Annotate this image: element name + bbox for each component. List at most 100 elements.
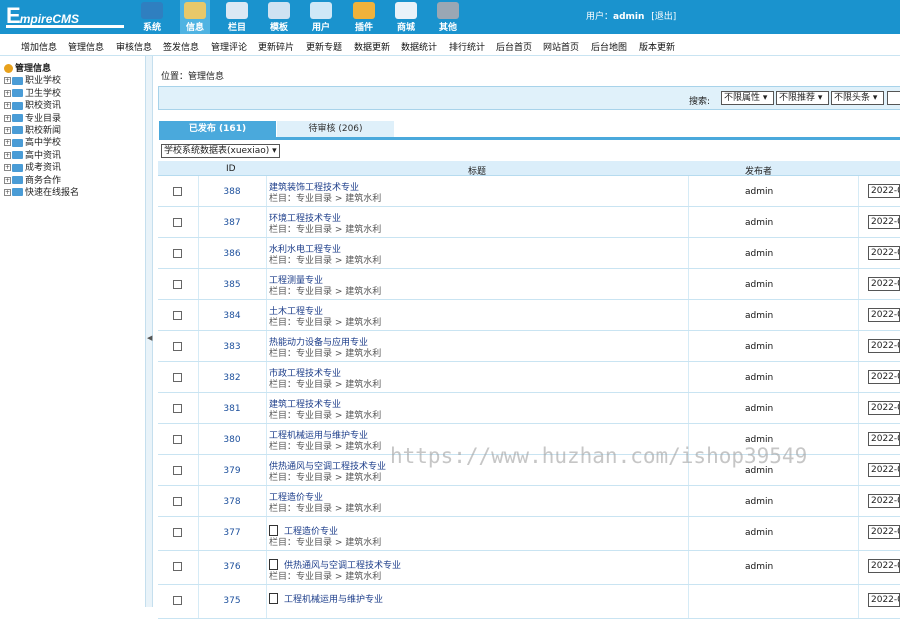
table-select[interactable]: 学校系统数据表(xuexiao) ▾: [161, 144, 280, 158]
tree-item[interactable]: + 高中资讯: [4, 150, 144, 162]
nav-shop[interactable]: 商城: [391, 0, 421, 34]
row-checkbox[interactable]: [173, 435, 182, 444]
row-date-field[interactable]: 2022-04: [868, 246, 900, 260]
row-checkbox[interactable]: [173, 596, 182, 605]
row-id[interactable]: 384: [220, 311, 244, 321]
row-checkbox[interactable]: [173, 528, 182, 537]
row-checkbox[interactable]: [173, 373, 182, 382]
row-date-field[interactable]: 2022-04: [868, 401, 900, 415]
subnav-item[interactable]: 网站首页: [543, 40, 579, 53]
row-id[interactable]: 383: [220, 342, 244, 352]
table-row: 383热能动力设备与应用专业栏目：专业目录 > 建筑水利admin2022-04: [158, 331, 900, 362]
expand-icon[interactable]: +: [4, 126, 11, 134]
row-publisher: admin: [745, 404, 774, 414]
row-checkbox[interactable]: [173, 562, 182, 571]
nav-window[interactable]: 栏目: [222, 0, 252, 34]
tree-item[interactable]: + 成考资讯: [4, 162, 144, 174]
row-id[interactable]: 388: [220, 187, 244, 197]
row-date-field[interactable]: 2022-04: [868, 277, 900, 291]
tree-item[interactable]: + 快速在线报名: [4, 187, 144, 199]
row-checkbox[interactable]: [173, 466, 182, 475]
subnav-item[interactable]: 版本更新: [639, 40, 675, 53]
row-checkbox[interactable]: [173, 218, 182, 227]
row-id[interactable]: 379: [220, 466, 244, 476]
tree-item[interactable]: + 职业学校: [4, 75, 144, 87]
subnav-item[interactable]: 更新专题: [306, 40, 342, 53]
row-checkbox[interactable]: [173, 249, 182, 258]
expand-icon[interactable]: +: [4, 102, 11, 110]
row-checkbox[interactable]: [173, 342, 182, 351]
breadcrumb-link[interactable]: 管理信息: [188, 72, 224, 82]
logout-link[interactable]: [退出]: [651, 12, 676, 22]
row-id[interactable]: 377: [220, 528, 244, 538]
subnav-item[interactable]: 数据更新: [354, 40, 390, 53]
expand-icon[interactable]: +: [4, 176, 11, 184]
row-publisher: admin: [745, 342, 774, 352]
expand-icon[interactable]: +: [4, 77, 11, 85]
expand-icon[interactable]: +: [4, 164, 11, 172]
collapse-arrow-icon[interactable]: ◀: [147, 334, 152, 342]
row-date-field[interactable]: 2022-04: [868, 308, 900, 322]
tab-pending[interactable]: 待审核 (206): [277, 121, 394, 137]
row-id[interactable]: 386: [220, 249, 244, 259]
row-date-field[interactable]: 2022-04: [868, 339, 900, 353]
row-id[interactable]: 375: [220, 596, 244, 606]
row-date-field[interactable]: 2022-04: [868, 525, 900, 539]
attribute-select[interactable]: 不限属性 ▾: [721, 91, 774, 105]
expand-icon[interactable]: +: [4, 114, 11, 122]
row-id[interactable]: 385: [220, 280, 244, 290]
row-id[interactable]: 381: [220, 404, 244, 414]
row-checkbox[interactable]: [173, 187, 182, 196]
subnav-item[interactable]: 后台地图: [591, 40, 627, 53]
row-date-field[interactable]: 2022-04: [868, 559, 900, 573]
tree-root[interactable]: 管理信息: [4, 63, 144, 75]
row-date-field[interactable]: 2022-04: [868, 494, 900, 508]
row-id[interactable]: 382: [220, 373, 244, 383]
subnav-item[interactable]: 审核信息: [116, 40, 152, 53]
row-id[interactable]: 380: [220, 435, 244, 445]
recommend-select[interactable]: 不限推荐 ▾: [776, 91, 829, 105]
subnav-item[interactable]: 更新碎片: [258, 40, 294, 53]
row-date-field[interactable]: 2022-04: [868, 370, 900, 384]
nav-user[interactable]: 用户: [306, 0, 336, 34]
row-date-field[interactable]: 2022-04: [868, 432, 900, 446]
search-input[interactable]: [887, 91, 900, 105]
tree-item[interactable]: + 职校资讯: [4, 100, 144, 112]
nav-gear[interactable]: 其他: [433, 0, 463, 34]
subnav-item[interactable]: 增加信息: [21, 40, 57, 53]
row-checkbox[interactable]: [173, 280, 182, 289]
row-checkbox[interactable]: [173, 497, 182, 506]
expand-icon[interactable]: +: [4, 89, 11, 97]
subnav-item[interactable]: 管理评论: [211, 40, 247, 53]
subnav-item[interactable]: 后台首页: [496, 40, 532, 53]
row-id[interactable]: 378: [220, 497, 244, 507]
nav-globe[interactable]: 系统: [137, 0, 167, 34]
subnav-item[interactable]: 排行统计: [449, 40, 485, 53]
nav-template[interactable]: 模板: [264, 0, 294, 34]
tree-item[interactable]: + 专业目录: [4, 113, 144, 125]
row-id[interactable]: 387: [220, 218, 244, 228]
sidebar-splitter[interactable]: ◀: [145, 56, 153, 607]
subnav-item[interactable]: 数据统计: [401, 40, 437, 53]
row-title-link[interactable]: 工程机械运用与维护专业: [269, 592, 383, 605]
row-date-field[interactable]: 2022-04: [868, 215, 900, 229]
nav-edit[interactable]: 信息: [180, 0, 210, 34]
subnav-item[interactable]: 管理信息: [68, 40, 104, 53]
tab-published[interactable]: 已发布 (161): [159, 121, 276, 137]
row-date-field[interactable]: 2022-04: [868, 463, 900, 477]
tree-item[interactable]: + 职校新闻: [4, 125, 144, 137]
row-checkbox[interactable]: [173, 404, 182, 413]
row-date-field[interactable]: 2022-04: [868, 184, 900, 198]
row-id[interactable]: 376: [220, 562, 244, 572]
tree-item[interactable]: + 高中学校: [4, 137, 144, 149]
nav-plugin[interactable]: 插件: [349, 0, 379, 34]
row-checkbox[interactable]: [173, 311, 182, 320]
expand-icon[interactable]: +: [4, 151, 11, 159]
row-date-field[interactable]: 2022-04: [868, 593, 900, 607]
expand-icon[interactable]: +: [4, 188, 11, 196]
subnav-item[interactable]: 签发信息: [163, 40, 199, 53]
expand-icon[interactable]: +: [4, 139, 11, 147]
headline-select[interactable]: 不限头条 ▾: [831, 91, 884, 105]
tree-item[interactable]: + 卫生学校: [4, 88, 144, 100]
tree-item[interactable]: + 商务合作: [4, 175, 144, 187]
